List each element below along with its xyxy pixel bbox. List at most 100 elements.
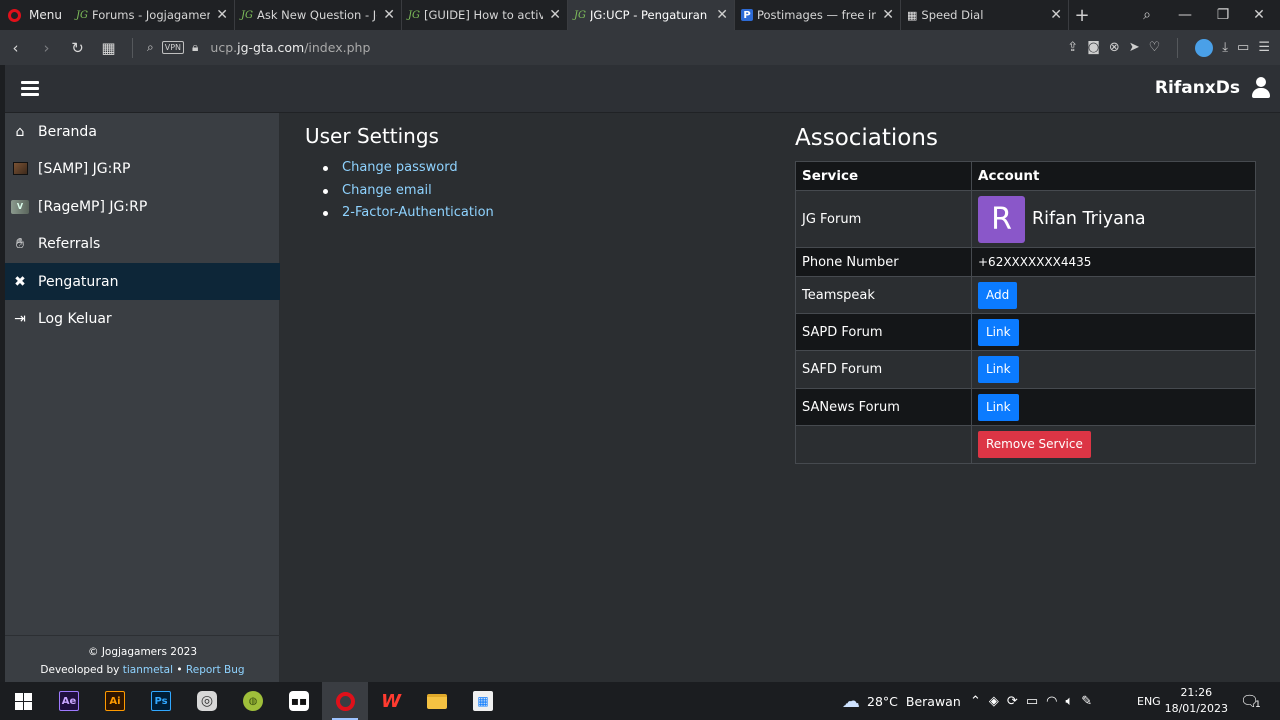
close-icon[interactable]: ✕ xyxy=(216,7,228,23)
clock[interactable]: 21:26 18/01/2023 xyxy=(1165,685,1228,717)
close-icon[interactable]: ✕ xyxy=(716,7,728,23)
adblock-icon[interactable]: ⊗ xyxy=(1109,40,1120,55)
sidebar-item-label: Beranda xyxy=(38,123,97,140)
sidebar-item-beranda[interactable]: ⌂ Beranda xyxy=(5,113,280,150)
minimize-icon[interactable]: — xyxy=(1168,0,1202,30)
ball-app[interactable]: ◍ xyxy=(230,682,276,720)
restore-icon[interactable]: ❐ xyxy=(1206,0,1240,30)
swirl-app[interactable]: ◎ xyxy=(184,682,230,720)
hamburger-menu-icon[interactable] xyxy=(21,81,39,96)
wps-app[interactable]: W xyxy=(368,682,414,720)
photoshop-app[interactable]: Ps xyxy=(138,682,184,720)
logout-icon: ⇥ xyxy=(14,310,26,327)
back-icon[interactable]: ‹ xyxy=(0,39,31,57)
chevron-up-icon[interactable]: ⌃ xyxy=(970,694,981,709)
pen-icon[interactable]: ✎ xyxy=(1081,694,1092,709)
close-icon[interactable]: ✕ xyxy=(1050,7,1062,23)
table-row: Teamspeak Add xyxy=(795,276,1256,314)
opera-icon xyxy=(335,691,355,711)
language-indicator[interactable]: ENG xyxy=(1137,682,1161,720)
new-tab-icon[interactable]: + xyxy=(1069,5,1095,26)
speed-dial-icon: ▦ xyxy=(907,8,918,22)
close-icon[interactable]: ✕ xyxy=(882,7,894,23)
sidebar: ⌂ Beranda [SAMP] JG:RP V [RageMP] JG:RP … xyxy=(5,113,280,682)
system-tray: ⌃ ◈ ⟳ ▭ ◠ 🔈︎ ✎ xyxy=(970,682,1092,720)
heart-icon[interactable]: ♡ xyxy=(1149,40,1161,55)
after-effects-app[interactable]: Ae xyxy=(46,682,92,720)
wifi-icon[interactable]: ◠ xyxy=(1046,694,1057,709)
link-sapd-button[interactable]: Link xyxy=(978,318,1019,346)
opera-menu-button[interactable]: Menu xyxy=(0,0,70,30)
browser-tab-active[interactable]: JG JG:UCP - Pengaturan ✕ xyxy=(568,0,735,30)
search-icon[interactable]: ⌕ xyxy=(147,40,154,55)
reload-icon[interactable]: ↻ xyxy=(62,39,93,57)
tray-sync-icon[interactable]: ⟳ xyxy=(1007,694,1018,709)
sidebar-item-samp[interactable]: [SAMP] JG:RP xyxy=(5,150,280,187)
search-tabs-icon[interactable]: ⌕ xyxy=(1130,0,1164,30)
change-password-link[interactable]: Change password xyxy=(342,160,458,175)
sidebar-item-label: [SAMP] JG:RP xyxy=(38,160,131,177)
illustrator-app[interactable]: Ai xyxy=(92,682,138,720)
start-button[interactable] xyxy=(0,682,46,720)
camera-icon[interactable]: ◙ xyxy=(1087,40,1100,55)
link-sanews-button[interactable]: Link xyxy=(978,393,1019,421)
developer-link[interactable]: tianmetal xyxy=(123,664,173,676)
jg-icon: JG xyxy=(241,9,253,21)
postimages-icon: P xyxy=(741,9,753,21)
weather-desc: Berawan xyxy=(905,693,961,709)
weather-widget[interactable]: ☁ 28°C Berawan xyxy=(842,682,961,720)
list-item: Change email xyxy=(323,180,494,203)
sidebar-item-ragemp[interactable]: V [RageMP] JG:RP xyxy=(5,188,280,225)
lock-icon[interactable]: 🔒︎ xyxy=(192,40,198,55)
send-icon[interactable]: ➤ xyxy=(1129,40,1140,55)
browser-tab[interactable]: JG Ask New Question - Jog ✕ xyxy=(235,0,402,30)
battery-icon[interactable]: ▭ xyxy=(1237,40,1249,55)
easy-setup-icon[interactable]: ☰ xyxy=(1258,40,1270,55)
copyright-text: © Jogjagamers 2023 xyxy=(87,646,197,658)
speaker-icon[interactable]: 🔈︎ xyxy=(1065,694,1073,709)
vpn-badge[interactable]: VPN xyxy=(161,41,185,54)
tools-icon: ✖ xyxy=(14,273,26,290)
url-field[interactable]: ucp.jg-gta.com/index.php xyxy=(210,40,370,55)
tabs-overview-icon[interactable]: ▦ xyxy=(93,39,124,57)
service-cell: Teamspeak xyxy=(795,276,972,314)
add-teamspeak-button[interactable]: Add xyxy=(978,281,1018,309)
profile-icon[interactable] xyxy=(1195,38,1214,57)
chat-app[interactable]: ▪▪ xyxy=(276,682,322,720)
remove-service-button[interactable]: Remove Service xyxy=(978,431,1091,458)
browser-tab[interactable]: JG Forums - Jogjagamers ✕ xyxy=(70,0,235,30)
folder-icon xyxy=(427,693,447,709)
change-email-link[interactable]: Change email xyxy=(342,183,432,198)
close-icon[interactable]: ✕ xyxy=(383,7,395,23)
swirl-app-icon: ◎ xyxy=(197,691,217,711)
browser-tab[interactable]: P Postimages — free ima ✕ xyxy=(735,0,901,30)
download-icon[interactable]: ⤓ xyxy=(1222,40,1228,55)
battery-tray-icon[interactable]: ▭ xyxy=(1026,694,1038,709)
store-app[interactable]: ▦ xyxy=(460,682,506,720)
file-explorer-app[interactable] xyxy=(414,682,460,720)
report-bug-link[interactable]: Report Bug xyxy=(186,664,245,676)
ragemp-icon: V xyxy=(11,198,29,216)
window-close-icon[interactable]: ✕ xyxy=(1242,0,1276,30)
sidebar-item-label: [RageMP] JG:RP xyxy=(38,198,148,215)
browser-tab[interactable]: ▦ Speed Dial ✕ xyxy=(901,0,1069,30)
username[interactable]: RifanxDs xyxy=(1155,78,1240,98)
two-factor-auth-link[interactable]: 2-Factor-Authentication xyxy=(342,205,494,220)
browser-tab[interactable]: JG [GUIDE] How to activate ✕ xyxy=(402,0,568,30)
sidebar-item-referrals[interactable]: ✋︎ Referrals xyxy=(5,225,280,262)
link-safd-button[interactable]: Link xyxy=(978,356,1019,383)
sidebar-item-pengaturan[interactable]: ✖ Pengaturan xyxy=(5,263,280,300)
weather-temp: 28°C xyxy=(867,693,898,709)
close-icon[interactable]: ✕ xyxy=(549,7,561,23)
jg-icon: JG xyxy=(574,9,586,21)
tray-app-icon[interactable]: ◈ xyxy=(989,694,999,709)
sidebar-item-log-keluar[interactable]: ⇥ Log Keluar xyxy=(5,300,280,337)
user-icon[interactable] xyxy=(1251,77,1271,99)
share-icon[interactable]: ⇪ xyxy=(1067,40,1078,55)
notifications-button[interactable]: 🗨︎ 1 xyxy=(1240,682,1261,720)
forward-icon[interactable]: › xyxy=(31,39,62,57)
divider xyxy=(132,37,133,58)
service-cell: Phone Number xyxy=(795,247,972,277)
service-cell: SAFD Forum xyxy=(795,350,972,389)
opera-app[interactable] xyxy=(322,682,368,720)
